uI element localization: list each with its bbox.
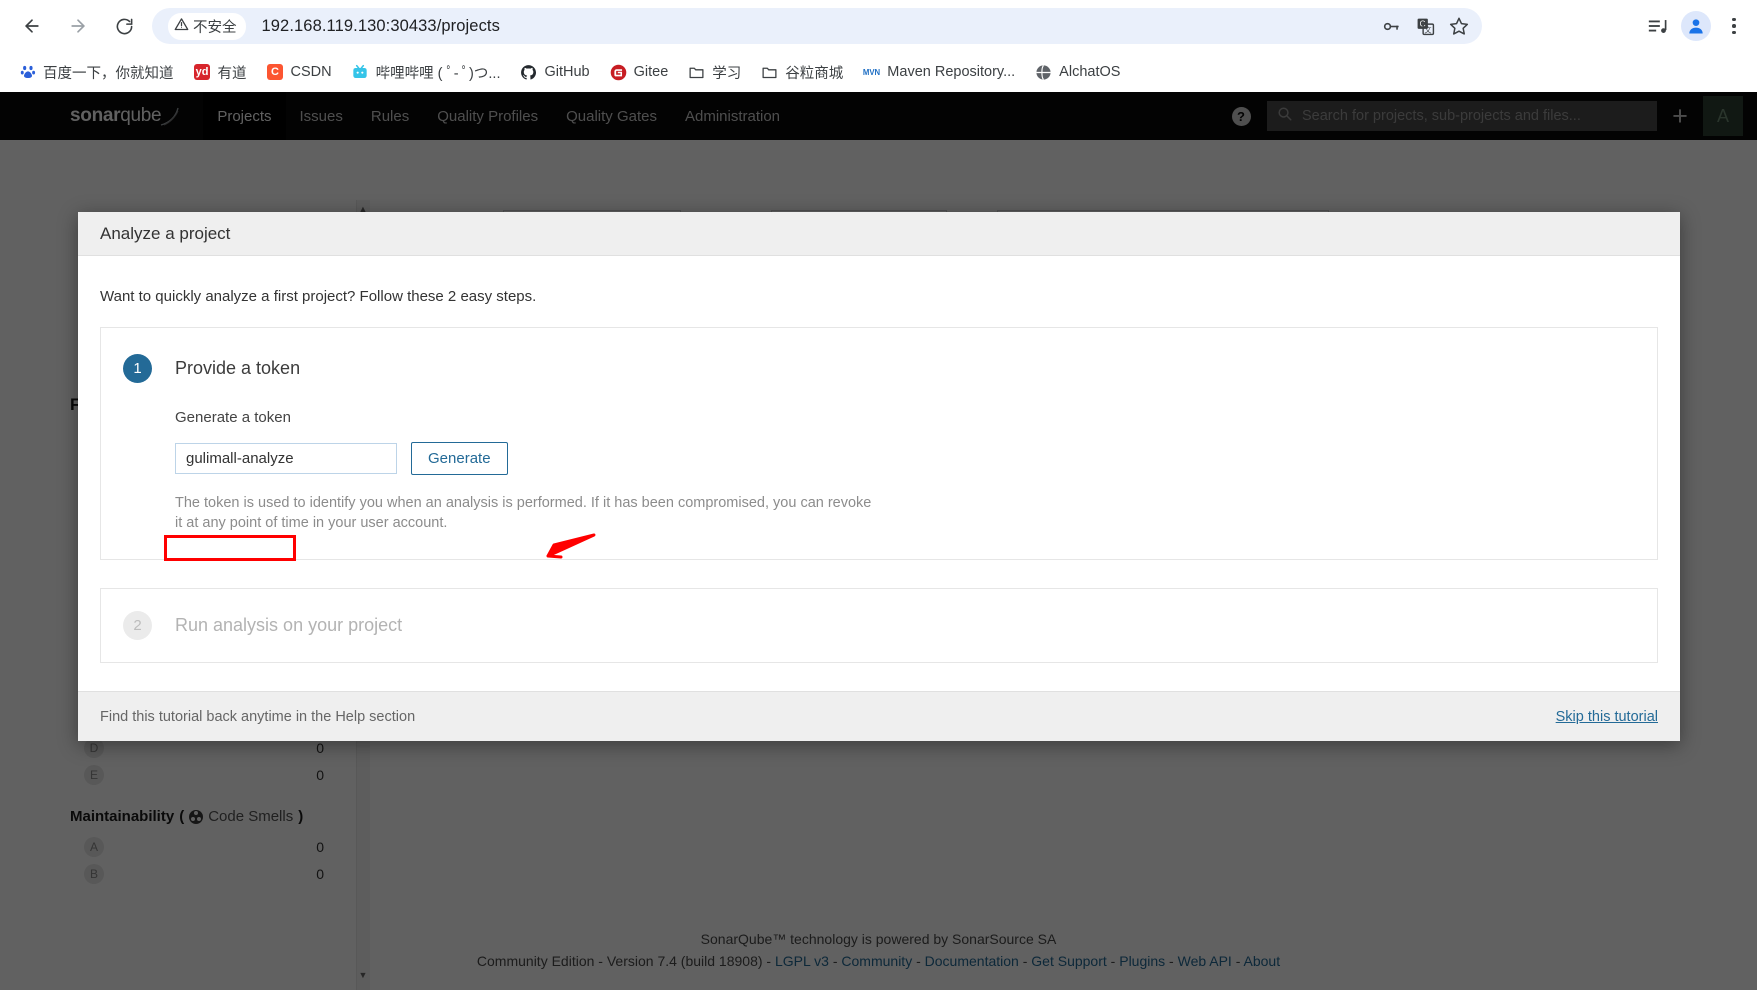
bookmark-folder-xuexi[interactable]: 学习: [679, 57, 750, 88]
bookmark-label: CSDN: [290, 64, 332, 80]
step-1-number: 1: [123, 354, 152, 383]
svg-text:MVN: MVN: [863, 68, 880, 77]
bookmarks-bar: 百度一下，你就知道 yd 有道 C CSDN 哔哩哔哩 ( ﾟ- ﾟ)つ... …: [0, 52, 1757, 92]
bilibili-icon: [352, 64, 369, 81]
modal-footer-note: Find this tutorial back anytime in the H…: [100, 708, 416, 725]
bookmark-youdao[interactable]: yd 有道: [185, 57, 256, 88]
gitee-icon: [610, 64, 627, 81]
bookmark-maven[interactable]: MVN Maven Repository...: [854, 59, 1024, 86]
analyze-project-modal: Analyze a project Want to quickly analyz…: [78, 212, 1680, 741]
warning-triangle-icon: [174, 17, 189, 36]
step-2-number: 2: [123, 611, 152, 640]
maven-icon: MVN: [863, 64, 881, 81]
modal-footer: Find this tutorial back anytime in the H…: [78, 691, 1680, 741]
forward-arrow-icon: [68, 16, 88, 36]
bookmark-label: Maven Repository...: [887, 64, 1016, 80]
generate-token-label: Generate a token: [175, 409, 291, 426]
github-icon: [520, 64, 537, 81]
browser-chrome: 不安全 192.168.119.130:30433/projects G文 百度…: [0, 0, 1757, 92]
bookmark-label: 学习: [712, 65, 742, 82]
reload-button[interactable]: [106, 8, 142, 44]
bookmark-csdn[interactable]: C CSDN: [258, 59, 341, 86]
back-arrow-icon: [22, 16, 42, 36]
globe-icon: [1035, 64, 1052, 81]
forward-button[interactable]: [60, 8, 96, 44]
step-1-card: 1 Provide a token Generate a token Gener…: [100, 327, 1658, 560]
token-generate-row: Generate: [175, 442, 1635, 475]
skip-tutorial-link[interactable]: Skip this tutorial: [1556, 709, 1658, 725]
bookmark-gitee[interactable]: Gitee: [601, 59, 678, 86]
folder-icon: [688, 64, 705, 81]
baidu-icon: [19, 64, 36, 81]
reload-icon: [115, 17, 134, 36]
generate-button[interactable]: Generate: [411, 442, 508, 475]
bookmark-alchatos[interactable]: AlchatOS: [1026, 59, 1129, 86]
security-status-label: 不安全: [193, 19, 237, 36]
bookmark-label: 谷粒商城: [785, 65, 844, 82]
csdn-icon: C: [267, 64, 284, 81]
chrome-menu-icon[interactable]: [1717, 9, 1751, 43]
page-viewport: sonarqube Projects Issues Rules Quality …: [0, 92, 1757, 990]
step-2-title: Run analysis on your project: [175, 615, 403, 635]
token-name-input[interactable]: [175, 443, 397, 474]
folder-icon: [761, 64, 778, 81]
bookmark-folder-gulimall[interactable]: 谷粒商城: [752, 57, 852, 88]
step-1-content: Generate a token Generate The token is u…: [101, 409, 1657, 533]
bookmark-label: Gitee: [633, 64, 669, 80]
token-hint-text: The token is used to identify you when a…: [175, 495, 872, 531]
profile-avatar-icon[interactable]: [1681, 11, 1711, 41]
step-1-header: 1 Provide a token: [101, 354, 1657, 383]
modal-title: Analyze a project: [78, 212, 1680, 256]
bookmark-bilibili[interactable]: 哔哩哔哩 ( ﾟ- ﾟ)つ...: [343, 57, 510, 88]
bookmark-label: AlchatOS: [1059, 64, 1121, 80]
url-text[interactable]: 192.168.119.130:30433/projects: [262, 17, 500, 36]
step-2-card: 2 Run analysis on your project: [100, 588, 1658, 663]
step-1-title: Provide a token: [175, 358, 301, 378]
youdao-icon: yd: [194, 64, 210, 80]
bookmark-github[interactable]: GitHub: [511, 59, 598, 86]
svg-text:文: 文: [1424, 25, 1431, 34]
media-list-icon[interactable]: [1641, 9, 1675, 43]
omnibox-actions: G文: [1376, 8, 1474, 44]
bookmark-label: 哔哩哔哩 ( ﾟ- ﾟ)つ...: [375, 65, 501, 82]
bookmark-star-icon[interactable]: [1444, 11, 1474, 41]
modal-body: Want to quickly analyze a first project?…: [78, 256, 1680, 663]
password-key-icon[interactable]: [1376, 11, 1406, 41]
bookmark-baidu[interactable]: 百度一下，你就知道: [10, 57, 183, 88]
bookmark-label: 有道: [217, 65, 247, 82]
chrome-right-actions: [1641, 8, 1751, 44]
modal-intro-text: Want to quickly analyze a first project?…: [100, 288, 537, 305]
bookmark-label: 百度一下，你就知道: [43, 65, 174, 82]
bookmark-label: GitHub: [544, 64, 590, 80]
back-button[interactable]: [14, 8, 50, 44]
step-2-header: 2 Run analysis on your project: [101, 611, 1657, 640]
translate-icon[interactable]: G文: [1410, 11, 1440, 41]
address-bar[interactable]: 不安全 192.168.119.130:30433/projects G文: [152, 8, 1482, 44]
security-status-chip[interactable]: 不安全: [168, 12, 246, 40]
